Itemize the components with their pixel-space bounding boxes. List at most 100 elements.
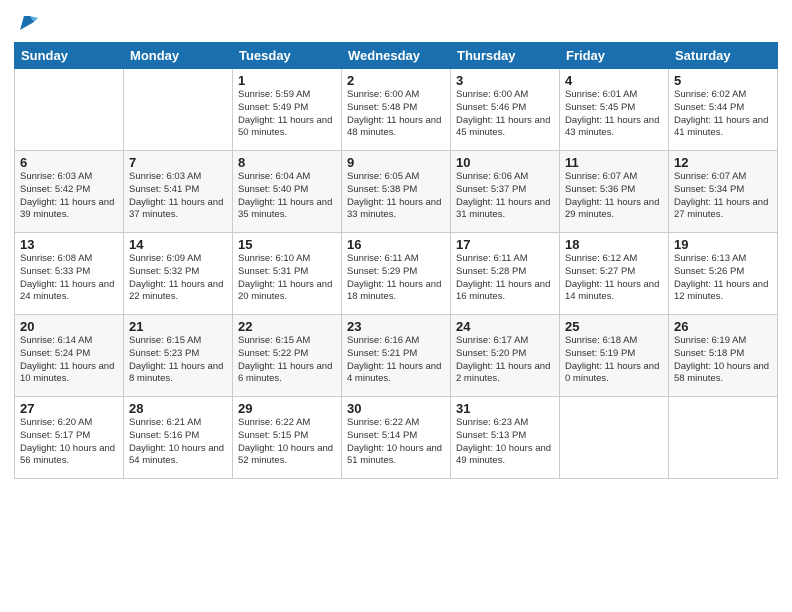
- day-info: Sunrise: 6:21 AMSunset: 5:16 PMDaylight:…: [129, 417, 227, 468]
- calendar-cell: 25Sunrise: 6:18 AMSunset: 5:19 PMDayligh…: [560, 315, 669, 397]
- weekday-header-row: SundayMondayTuesdayWednesdayThursdayFrid…: [15, 43, 778, 69]
- day-info: Sunrise: 6:17 AMSunset: 5:20 PMDaylight:…: [456, 335, 554, 386]
- day-number: 17: [456, 237, 554, 252]
- calendar-cell: 26Sunrise: 6:19 AMSunset: 5:18 PMDayligh…: [669, 315, 778, 397]
- logo-icon: [16, 12, 38, 34]
- calendar-table: SundayMondayTuesdayWednesdayThursdayFrid…: [14, 42, 778, 479]
- calendar-cell: 31Sunrise: 6:23 AMSunset: 5:13 PMDayligh…: [451, 397, 560, 479]
- calendar-cell: 24Sunrise: 6:17 AMSunset: 5:20 PMDayligh…: [451, 315, 560, 397]
- day-info: Sunrise: 6:10 AMSunset: 5:31 PMDaylight:…: [238, 253, 336, 304]
- day-info: Sunrise: 6:06 AMSunset: 5:37 PMDaylight:…: [456, 171, 554, 222]
- day-info: Sunrise: 6:05 AMSunset: 5:38 PMDaylight:…: [347, 171, 445, 222]
- calendar-cell: 13Sunrise: 6:08 AMSunset: 5:33 PMDayligh…: [15, 233, 124, 315]
- day-number: 6: [20, 155, 118, 170]
- week-row-2: 13Sunrise: 6:08 AMSunset: 5:33 PMDayligh…: [15, 233, 778, 315]
- day-number: 25: [565, 319, 663, 334]
- calendar-cell: 10Sunrise: 6:06 AMSunset: 5:37 PMDayligh…: [451, 151, 560, 233]
- day-number: 29: [238, 401, 336, 416]
- day-number: 9: [347, 155, 445, 170]
- calendar-cell: 21Sunrise: 6:15 AMSunset: 5:23 PMDayligh…: [124, 315, 233, 397]
- calendar-cell: 29Sunrise: 6:22 AMSunset: 5:15 PMDayligh…: [233, 397, 342, 479]
- day-info: Sunrise: 6:03 AMSunset: 5:42 PMDaylight:…: [20, 171, 118, 222]
- day-info: Sunrise: 6:01 AMSunset: 5:45 PMDaylight:…: [565, 89, 663, 140]
- calendar-cell: 23Sunrise: 6:16 AMSunset: 5:21 PMDayligh…: [342, 315, 451, 397]
- calendar-cell: 16Sunrise: 6:11 AMSunset: 5:29 PMDayligh…: [342, 233, 451, 315]
- day-number: 27: [20, 401, 118, 416]
- day-number: 10: [456, 155, 554, 170]
- day-info: Sunrise: 6:22 AMSunset: 5:15 PMDaylight:…: [238, 417, 336, 468]
- week-row-4: 27Sunrise: 6:20 AMSunset: 5:17 PMDayligh…: [15, 397, 778, 479]
- calendar-cell: 15Sunrise: 6:10 AMSunset: 5:31 PMDayligh…: [233, 233, 342, 315]
- day-info: Sunrise: 6:20 AMSunset: 5:17 PMDaylight:…: [20, 417, 118, 468]
- day-info: Sunrise: 6:07 AMSunset: 5:36 PMDaylight:…: [565, 171, 663, 222]
- calendar-cell: 7Sunrise: 6:03 AMSunset: 5:41 PMDaylight…: [124, 151, 233, 233]
- day-info: Sunrise: 6:07 AMSunset: 5:34 PMDaylight:…: [674, 171, 772, 222]
- calendar-cell: 5Sunrise: 6:02 AMSunset: 5:44 PMDaylight…: [669, 69, 778, 151]
- calendar-cell: 1Sunrise: 5:59 AMSunset: 5:49 PMDaylight…: [233, 69, 342, 151]
- day-number: 23: [347, 319, 445, 334]
- day-number: 2: [347, 73, 445, 88]
- day-number: 7: [129, 155, 227, 170]
- day-info: Sunrise: 6:03 AMSunset: 5:41 PMDaylight:…: [129, 171, 227, 222]
- day-number: 20: [20, 319, 118, 334]
- weekday-header-monday: Monday: [124, 43, 233, 69]
- calendar-cell: 14Sunrise: 6:09 AMSunset: 5:32 PMDayligh…: [124, 233, 233, 315]
- day-number: 30: [347, 401, 445, 416]
- calendar-cell: 17Sunrise: 6:11 AMSunset: 5:28 PMDayligh…: [451, 233, 560, 315]
- day-number: 15: [238, 237, 336, 252]
- day-number: 1: [238, 73, 336, 88]
- calendar-cell: 18Sunrise: 6:12 AMSunset: 5:27 PMDayligh…: [560, 233, 669, 315]
- calendar-cell: 20Sunrise: 6:14 AMSunset: 5:24 PMDayligh…: [15, 315, 124, 397]
- calendar-cell: 19Sunrise: 6:13 AMSunset: 5:26 PMDayligh…: [669, 233, 778, 315]
- day-number: 12: [674, 155, 772, 170]
- weekday-header-sunday: Sunday: [15, 43, 124, 69]
- day-info: Sunrise: 6:23 AMSunset: 5:13 PMDaylight:…: [456, 417, 554, 468]
- day-info: Sunrise: 6:22 AMSunset: 5:14 PMDaylight:…: [347, 417, 445, 468]
- day-number: 22: [238, 319, 336, 334]
- week-row-0: 1Sunrise: 5:59 AMSunset: 5:49 PMDaylight…: [15, 69, 778, 151]
- day-number: 8: [238, 155, 336, 170]
- day-number: 24: [456, 319, 554, 334]
- calendar-cell: [669, 397, 778, 479]
- calendar-cell: [124, 69, 233, 151]
- day-info: Sunrise: 6:15 AMSunset: 5:22 PMDaylight:…: [238, 335, 336, 386]
- logo: [14, 14, 38, 34]
- page-container: SundayMondayTuesdayWednesdayThursdayFrid…: [0, 0, 792, 489]
- calendar-cell: [15, 69, 124, 151]
- day-number: 28: [129, 401, 227, 416]
- day-info: Sunrise: 5:59 AMSunset: 5:49 PMDaylight:…: [238, 89, 336, 140]
- day-info: Sunrise: 6:12 AMSunset: 5:27 PMDaylight:…: [565, 253, 663, 304]
- day-info: Sunrise: 6:11 AMSunset: 5:28 PMDaylight:…: [456, 253, 554, 304]
- day-info: Sunrise: 6:11 AMSunset: 5:29 PMDaylight:…: [347, 253, 445, 304]
- calendar-cell: 3Sunrise: 6:00 AMSunset: 5:46 PMDaylight…: [451, 69, 560, 151]
- day-number: 16: [347, 237, 445, 252]
- weekday-header-saturday: Saturday: [669, 43, 778, 69]
- day-number: 4: [565, 73, 663, 88]
- day-info: Sunrise: 6:02 AMSunset: 5:44 PMDaylight:…: [674, 89, 772, 140]
- day-info: Sunrise: 6:04 AMSunset: 5:40 PMDaylight:…: [238, 171, 336, 222]
- day-number: 14: [129, 237, 227, 252]
- calendar-cell: 12Sunrise: 6:07 AMSunset: 5:34 PMDayligh…: [669, 151, 778, 233]
- day-number: 19: [674, 237, 772, 252]
- week-row-1: 6Sunrise: 6:03 AMSunset: 5:42 PMDaylight…: [15, 151, 778, 233]
- calendar-cell: 30Sunrise: 6:22 AMSunset: 5:14 PMDayligh…: [342, 397, 451, 479]
- day-info: Sunrise: 6:13 AMSunset: 5:26 PMDaylight:…: [674, 253, 772, 304]
- calendar-cell: 9Sunrise: 6:05 AMSunset: 5:38 PMDaylight…: [342, 151, 451, 233]
- day-info: Sunrise: 6:16 AMSunset: 5:21 PMDaylight:…: [347, 335, 445, 386]
- day-info: Sunrise: 6:00 AMSunset: 5:46 PMDaylight:…: [456, 89, 554, 140]
- day-number: 21: [129, 319, 227, 334]
- day-number: 5: [674, 73, 772, 88]
- day-info: Sunrise: 6:00 AMSunset: 5:48 PMDaylight:…: [347, 89, 445, 140]
- day-info: Sunrise: 6:15 AMSunset: 5:23 PMDaylight:…: [129, 335, 227, 386]
- day-info: Sunrise: 6:08 AMSunset: 5:33 PMDaylight:…: [20, 253, 118, 304]
- calendar-cell: 28Sunrise: 6:21 AMSunset: 5:16 PMDayligh…: [124, 397, 233, 479]
- day-info: Sunrise: 6:19 AMSunset: 5:18 PMDaylight:…: [674, 335, 772, 386]
- calendar-cell: 4Sunrise: 6:01 AMSunset: 5:45 PMDaylight…: [560, 69, 669, 151]
- day-number: 31: [456, 401, 554, 416]
- weekday-header-wednesday: Wednesday: [342, 43, 451, 69]
- calendar-cell: 22Sunrise: 6:15 AMSunset: 5:22 PMDayligh…: [233, 315, 342, 397]
- day-number: 13: [20, 237, 118, 252]
- day-number: 26: [674, 319, 772, 334]
- calendar-cell: 2Sunrise: 6:00 AMSunset: 5:48 PMDaylight…: [342, 69, 451, 151]
- header: [14, 10, 778, 34]
